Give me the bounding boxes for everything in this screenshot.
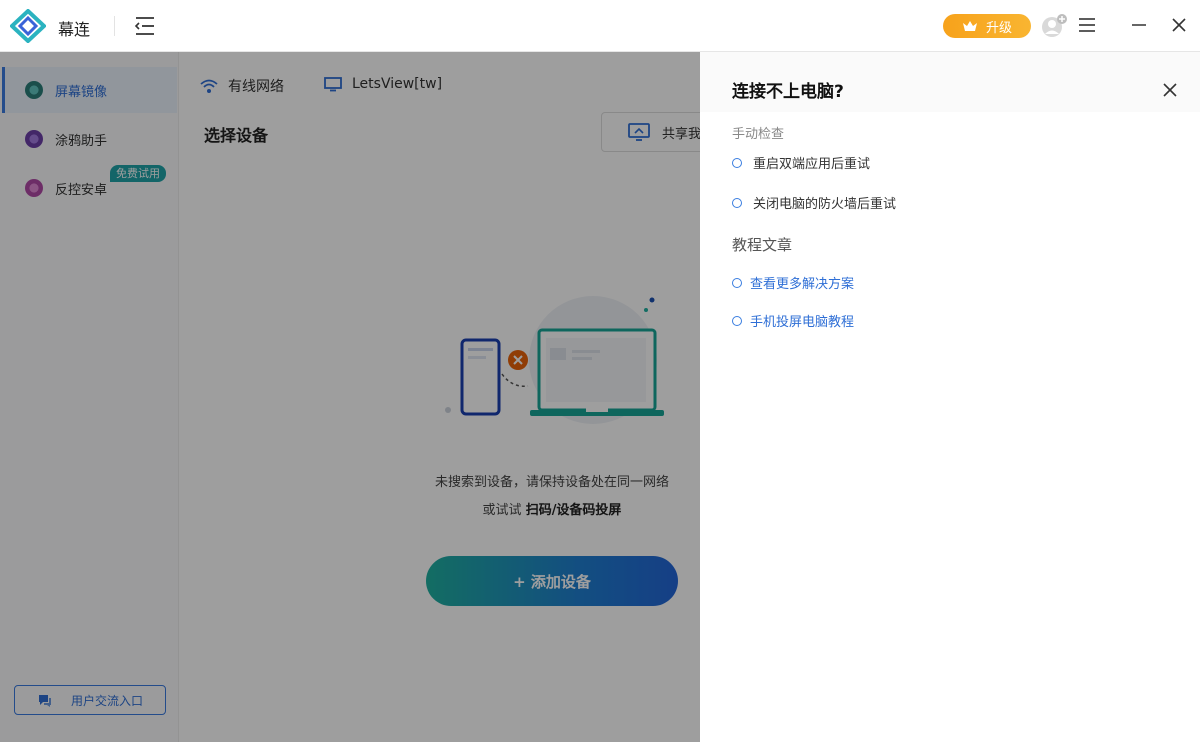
upgrade-button[interactable]: 升级 [943, 14, 1031, 38]
tutorial-heading: 教程文章 [732, 236, 793, 254]
menu-icon[interactable] [1077, 16, 1097, 34]
upgrade-label: 升级 [985, 20, 1012, 36]
check-item: 关闭电脑的防火墙后重试 [732, 193, 896, 212]
modal-overlay[interactable] [0, 52, 700, 742]
crown-icon [962, 21, 977, 31]
bullet-circle-icon [732, 315, 742, 326]
bullet-circle-icon [732, 197, 742, 208]
app-name: 幕连 [58, 20, 91, 39]
help-panel: 连接不上电脑? 手动检查 重启双端应用后重试 关闭电脑的防火墙后重试 教程文章 … [700, 52, 1200, 742]
title-bar: 幕连 升级 [0, 0, 1200, 52]
close-icon[interactable] [1162, 82, 1178, 98]
collapse-sidebar-icon[interactable] [132, 14, 158, 38]
link-text: 查看更多解决方案 [750, 277, 855, 292]
app-logo-icon [10, 9, 46, 43]
tutorial-link-mirror-guide[interactable]: 手机投屏电脑教程 [732, 311, 854, 330]
link-text: 手机投屏电脑教程 [750, 315, 855, 330]
check-item: 重启双端应用后重试 [732, 153, 870, 172]
close-window-icon[interactable] [1170, 16, 1188, 34]
help-panel-header: 连接不上电脑? [700, 52, 1200, 112]
help-panel-title: 连接不上电脑? [732, 82, 844, 102]
bullet-circle-icon [732, 277, 742, 288]
user-avatar-icon[interactable] [1040, 13, 1068, 39]
manual-check-heading: 手动检查 [732, 127, 785, 142]
minimize-icon[interactable] [1130, 16, 1148, 34]
bullet-circle-icon [732, 157, 742, 168]
tutorial-link-solutions[interactable]: 查看更多解决方案 [732, 273, 854, 292]
title-divider [114, 16, 115, 36]
check-item-text: 重启双端应用后重试 [753, 157, 871, 172]
check-item-text: 关闭电脑的防火墙后重试 [753, 197, 897, 212]
